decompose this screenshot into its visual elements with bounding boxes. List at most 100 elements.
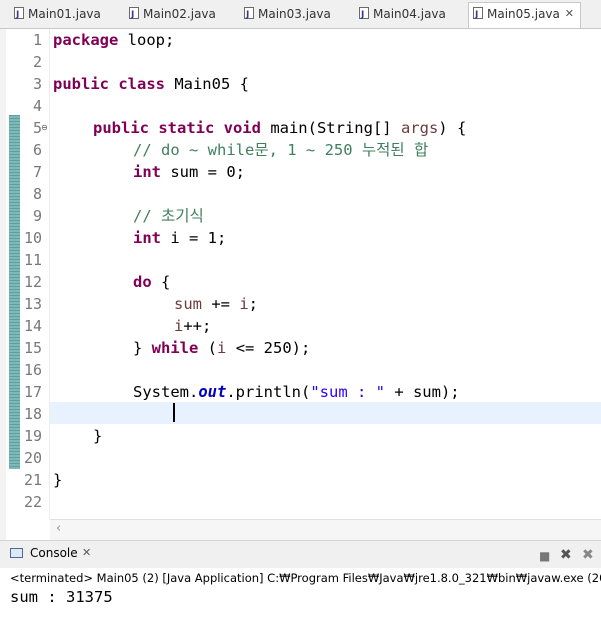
- gutter-divider: [49, 29, 50, 519]
- java-file-icon: [244, 4, 254, 26]
- line-number: 15: [23, 339, 42, 357]
- remove-launch-icon[interactable]: ✖: [560, 547, 572, 563]
- close-icon[interactable]: ✕: [82, 546, 91, 559]
- code-text: Main05 {: [164, 75, 249, 93]
- code-editor[interactable]: 1 2 3 4 5 6 7 8 9 10 11 12 13 14 15 16 1…: [0, 29, 601, 540]
- tab-main02[interactable]: Main02.java: [125, 3, 237, 26]
- code-line-7: int sum = 0;: [133, 161, 245, 183]
- line-number: 17: [23, 383, 42, 401]
- terminate-icon[interactable]: ■: [539, 549, 550, 563]
- keyword: public class: [53, 75, 165, 93]
- code-text: + sum);: [384, 383, 460, 401]
- tab-main04[interactable]: Main04.java: [355, 3, 467, 26]
- remove-all-launches-icon[interactable]: ✖: [582, 547, 594, 563]
- java-file-icon: [473, 4, 483, 26]
- text-cursor: [173, 403, 175, 422]
- comment: // 초기식: [133, 207, 204, 225]
- local-variable: i: [174, 317, 184, 335]
- line-number: 16: [23, 361, 42, 379]
- line-number: 20: [23, 449, 42, 467]
- code-text: }: [133, 339, 152, 357]
- console-view-header: Console ✕ ■ ✖ ✖: [0, 540, 601, 568]
- string-literal: "sum : ": [310, 383, 385, 401]
- line-number: 3: [32, 75, 42, 93]
- tab-main01[interactable]: Main01.java: [10, 3, 122, 26]
- line-number: 2: [32, 53, 42, 71]
- line-number: 14: [23, 317, 42, 335]
- line-number: 7: [32, 163, 42, 181]
- code-line-6: // do ~ while문, 1 ~ 250 누적된 합: [133, 139, 428, 161]
- code-line-1: package loop;: [53, 29, 174, 51]
- line-number: 19: [23, 427, 42, 445]
- code-line-9: // 초기식: [133, 205, 204, 227]
- quick-diff-change-bar: [9, 115, 20, 469]
- java-file-icon: [14, 4, 24, 26]
- tab-label: Main05.java: [487, 7, 560, 21]
- code-text: sum = 0;: [161, 163, 245, 181]
- line-number: 22: [23, 493, 42, 511]
- code-text: ++;: [183, 317, 212, 335]
- code-line-3: public class Main05 {: [53, 73, 249, 95]
- close-icon[interactable]: ✕: [565, 3, 574, 25]
- parameter: args: [400, 119, 439, 137]
- tab-label: Main02.java: [143, 7, 216, 21]
- keyword: public static void: [93, 119, 261, 137]
- line-number: 12: [23, 273, 42, 291]
- local-variable: i: [239, 295, 249, 313]
- code-line-15: } while (i <= 250);: [133, 337, 310, 359]
- current-line-highlight: [50, 402, 601, 424]
- keyword: int: [133, 229, 161, 247]
- code-line-19: }: [93, 425, 102, 447]
- keyword: do: [133, 273, 152, 291]
- line-number: 4: [32, 97, 42, 115]
- line-number: 9: [32, 207, 42, 225]
- line-number: 1: [32, 31, 42, 49]
- line-number: 13: [23, 295, 42, 313]
- code-text: i = 1;: [161, 229, 227, 247]
- console-icon: [10, 548, 23, 558]
- tab-label: Main04.java: [373, 7, 446, 21]
- tab-main03[interactable]: Main03.java: [240, 3, 352, 26]
- line-number: 18: [23, 405, 42, 423]
- code-text: +=: [202, 295, 240, 313]
- tab-main05[interactable]: Main05.java ✕: [468, 2, 581, 28]
- code-text: ) {: [438, 119, 467, 137]
- console-output: sum : 31375: [10, 588, 113, 606]
- console-process-status: <terminated> Main05 (2) [Java Applicatio…: [10, 571, 601, 585]
- keyword: int: [133, 163, 161, 181]
- keyword: while: [151, 339, 199, 357]
- java-file-icon: [129, 4, 139, 26]
- editor-tab-bar: Main01.java Main02.java Main03.java Main…: [0, 0, 601, 29]
- code-line-10: int i = 1;: [133, 227, 226, 249]
- code-line-13: sum += i;: [174, 293, 258, 315]
- java-file-icon: [359, 4, 369, 26]
- line-number: 11: [23, 251, 42, 269]
- code-line-14: i++;: [174, 315, 211, 337]
- keyword: package: [53, 31, 119, 49]
- code-line-17: System.out.println("sum : " + sum);: [133, 381, 460, 403]
- code-text: {: [151, 273, 171, 291]
- code-text: }: [53, 471, 63, 489]
- tab-label: Main03.java: [258, 7, 331, 21]
- code-text: <= 250);: [226, 339, 311, 357]
- comment: // do ~ while문, 1 ~ 250 누적된 합: [133, 141, 429, 159]
- code-text: main(String[]: [260, 119, 401, 137]
- code-text: ;: [248, 295, 259, 313]
- line-number: 8: [32, 185, 42, 203]
- local-variable: sum: [174, 295, 202, 313]
- scroll-left-icon[interactable]: ‹: [56, 521, 61, 536]
- code-text: .println(: [226, 383, 311, 401]
- fold-collapse-icon[interactable]: ⊖: [41, 123, 48, 132]
- tab-label: Main01.java: [28, 7, 101, 21]
- horizontal-scrollbar[interactable]: ‹: [50, 519, 601, 540]
- line-number: 10: [23, 229, 42, 247]
- code-text: (: [198, 339, 218, 357]
- line-number: 6: [32, 141, 42, 159]
- code-text: System.: [133, 383, 199, 401]
- local-variable: i: [217, 339, 227, 357]
- code-text: }: [93, 427, 103, 445]
- code-text: loop;: [118, 31, 175, 49]
- code-line-12: do {: [133, 271, 170, 293]
- static-field: out: [198, 383, 227, 401]
- code-line-5: public static void main(String[] args) {: [93, 117, 466, 139]
